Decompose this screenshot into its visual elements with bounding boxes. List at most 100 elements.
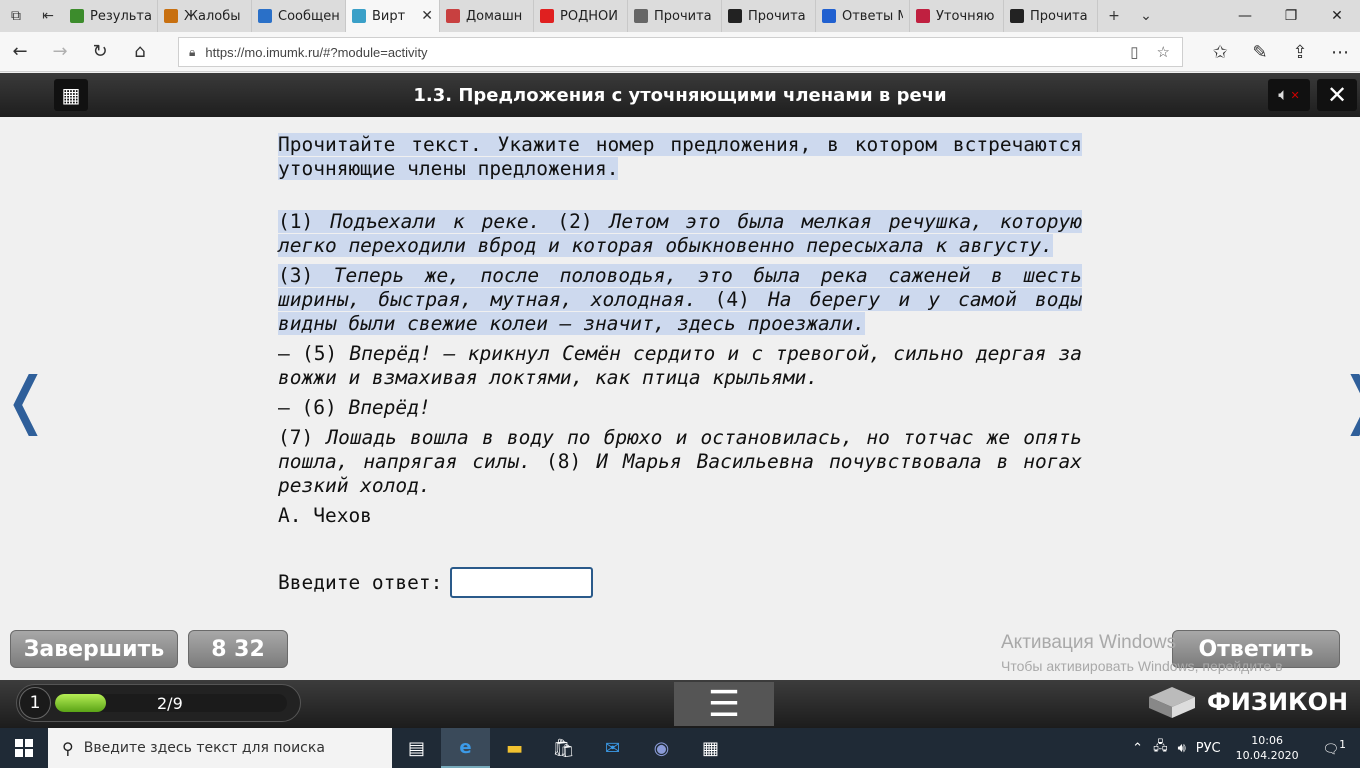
browser-tab[interactable]: Ответы М xyxy=(816,0,910,32)
chat-icon xyxy=(258,9,272,23)
share-icon[interactable]: ⇪ xyxy=(1280,32,1320,72)
next-arrow-icon[interactable]: ❭ xyxy=(1336,365,1360,435)
task-text: Прочитайте текст. Укажите номер предложе… xyxy=(278,133,1083,528)
tab-list-icon[interactable]: ⧉ xyxy=(0,0,32,32)
tab-label: Сообщен xyxy=(278,8,339,24)
refresh-icon[interactable]: ↻ xyxy=(80,32,120,72)
paragraph-4: – (6) Вперёд! xyxy=(278,396,431,419)
tab-label: Уточняю xyxy=(936,8,995,24)
current-task-number: 1 xyxy=(19,687,51,719)
tray-chevron-icon[interactable]: ⌃ xyxy=(1127,741,1148,756)
minimize-button[interactable]: — xyxy=(1222,0,1268,32)
file-explorer-icon[interactable]: ▬ xyxy=(490,728,539,768)
tab-close-icon[interactable]: ✕ xyxy=(421,8,433,24)
browser-tab[interactable]: Результат xyxy=(64,0,158,32)
favorite-star-icon[interactable]: ☆ xyxy=(1157,43,1170,61)
browser-tab[interactable]: Прочита xyxy=(722,0,816,32)
browser-tab[interactable]: РОДНОЙ xyxy=(534,0,628,32)
restore-button[interactable]: ❐ xyxy=(1268,0,1314,32)
watermark-title: Активация Windows xyxy=(1001,632,1177,653)
progress-indicator: 1 2/9 xyxy=(16,684,301,722)
calculator-icon[interactable]: ▦ xyxy=(686,728,735,768)
paragraph-5: (7) Лошадь вошла в воду по брюхо и остан… xyxy=(278,426,1082,497)
taskbar-search[interactable]: ⚲ Введите здесь текст для поиска xyxy=(48,728,392,768)
progress-fill xyxy=(55,694,107,712)
discord-icon[interactable]: ◉ xyxy=(637,728,686,768)
answer-label: Введите ответ: xyxy=(278,571,443,594)
browser-tab[interactable]: Жалобы xyxy=(158,0,252,32)
forward-icon[interactable]: → xyxy=(40,32,80,72)
tab-label: РОДНОЙ xyxy=(560,8,618,24)
back-icon[interactable]: ← xyxy=(0,32,40,72)
tab-dropdown-icon[interactable]: ⌄ xyxy=(1130,0,1162,32)
app-header: ▦ 1.3. Предложения с уточняющими членами… xyxy=(0,73,1360,117)
url-field[interactable]: 🔒︎ https://mo.imumk.ru/#?module=activity… xyxy=(178,37,1183,67)
question-icon xyxy=(822,9,836,23)
window-close-button[interactable]: ✕ xyxy=(1314,0,1360,32)
clock-date: 10.04.2020 xyxy=(1235,749,1299,762)
search-placeholder: Введите здесь текст для поиска xyxy=(83,740,325,756)
task-view-icon[interactable]: ▤ xyxy=(392,728,441,768)
system-tray: ⌃ 🖧︎ 🔊︎ РУС 10:06 10.04.2020 🗨︎1 xyxy=(1127,728,1360,768)
reading-view-icon[interactable]: ▯ xyxy=(1130,43,1138,61)
tab-strip: Результат Жалобы Сообщен Вирт ✕ Домашн РОДНОЙ П… xyxy=(64,0,1098,32)
windows-taskbar: ⚲ Введите здесь текст для поиска ▤ e ▬ 🛍… xyxy=(0,728,1360,768)
notification-count: 1 xyxy=(1339,738,1346,752)
home-icon[interactable]: ⌂ xyxy=(120,32,160,72)
volume-icon[interactable]: 🔊︎ xyxy=(1173,741,1191,756)
browser-tab[interactable]: Прочита xyxy=(1004,0,1098,32)
tab-label: Прочита xyxy=(1030,8,1088,24)
clock[interactable]: 10:06 10.04.2020 xyxy=(1226,733,1309,763)
tab-label: Вирт xyxy=(372,8,406,24)
url-text: https://mo.imumk.ru/#?module=activity xyxy=(205,44,428,60)
task-area: ❬ ❭ Прочитайте текст. Укажите номер пред… xyxy=(0,117,1360,694)
browser-tab[interactable]: Уточняю xyxy=(910,0,1004,32)
clock-time: 10:06 xyxy=(1251,734,1283,747)
notification-icon[interactable]: 🗨︎1 xyxy=(1309,738,1360,757)
set-aside-tabs-icon[interactable]: ⇤ xyxy=(32,0,64,32)
browser-tab[interactable]: Вирт ✕ xyxy=(346,0,440,32)
orange-m-icon xyxy=(164,9,178,23)
sound-mute-button[interactable]: 🔈︎ ✕ xyxy=(1268,79,1310,111)
green-book-icon xyxy=(70,9,84,23)
browser-tab[interactable]: Домашн xyxy=(440,0,534,32)
paragraph-2: (3) Теперь же, после половодья, это была… xyxy=(278,264,1082,335)
finish-button[interactable]: Завершить xyxy=(10,630,178,668)
tab-label: Ответы М xyxy=(842,8,903,24)
address-bar: ← → ↻ ⌂ 🔒︎ https://mo.imumk.ru/#?module=… xyxy=(0,32,1360,72)
store-icon[interactable]: 🛍︎ xyxy=(539,728,588,768)
browser-tab[interactable]: Прочита xyxy=(628,0,722,32)
browser-tab[interactable]: Сообщен xyxy=(252,0,346,32)
tab-label: Жалобы xyxy=(184,8,241,24)
page-title: 1.3. Предложения с уточняющими членами в… xyxy=(413,84,947,106)
mail-icon[interactable]: ✉ xyxy=(588,728,637,768)
windows-start-icon[interactable] xyxy=(0,728,48,768)
virt-icon xyxy=(352,9,366,23)
answer-input[interactable] xyxy=(450,567,594,598)
close-activity-button[interactable]: ✕ xyxy=(1317,79,1357,111)
search-icon: ⚲ xyxy=(62,738,74,758)
language-indicator[interactable]: РУС xyxy=(1191,741,1226,756)
youtube-icon xyxy=(540,9,554,23)
bottom-bar: 1 2/9 ☰ ФИЗИКОН xyxy=(0,680,1360,728)
author: А. Чехов xyxy=(278,504,372,527)
tab-label: Прочита xyxy=(748,8,806,24)
edge-browser-icon[interactable]: e xyxy=(441,728,490,768)
new-tab-icon[interactable]: + xyxy=(1098,0,1130,32)
browser-tab-bar: ⧉ ⇤ Результат Жалобы Сообщен Вирт ✕ Домашн РОД… xyxy=(0,0,1360,32)
home-doc-icon xyxy=(446,9,460,23)
more-icon[interactable]: ⋯ xyxy=(1320,32,1360,72)
fizikon-logo: ФИЗИКОН xyxy=(1145,685,1348,719)
logo-text: ФИЗИКОН xyxy=(1207,688,1349,716)
favorites-icon[interactable]: ✩ xyxy=(1200,32,1240,72)
z-icon xyxy=(1010,9,1024,23)
page-icon xyxy=(634,9,648,23)
prev-arrow-icon[interactable]: ❬ xyxy=(0,365,52,435)
hamburger-menu-icon[interactable]: ☰ xyxy=(674,682,774,726)
network-icon[interactable]: 🖧︎ xyxy=(1148,737,1173,759)
grid-menu-icon[interactable]: ▦ xyxy=(54,79,88,111)
paragraph-1: (1) Подъехали к реке. (2) Летом это была… xyxy=(278,210,1083,257)
pen-icon[interactable]: ✎ xyxy=(1240,32,1280,72)
z-icon xyxy=(728,9,742,23)
lock-icon: 🔒︎ xyxy=(189,44,196,59)
